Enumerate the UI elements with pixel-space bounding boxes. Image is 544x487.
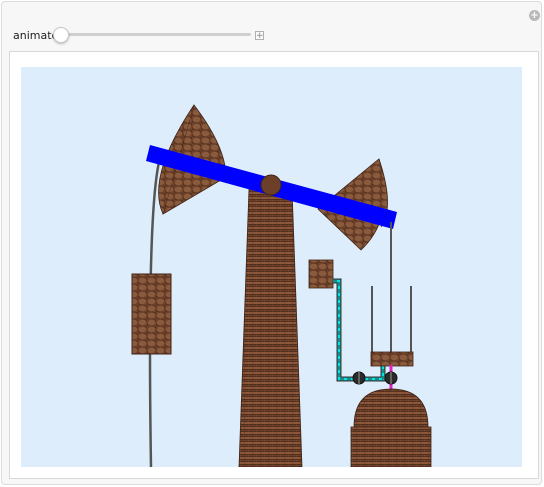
wellhead-base	[350, 426, 432, 467]
slider-expand-icon[interactable]: +	[255, 31, 264, 41]
panel-options-icon[interactable]: +	[529, 10, 540, 21]
animate-label: animate	[13, 29, 59, 42]
animate-slider-track[interactable]	[58, 33, 251, 36]
beam-pivot	[260, 174, 282, 196]
samson-post	[238, 188, 303, 467]
pumpjack-graphic	[131, 104, 432, 467]
wellhead-dome	[353, 388, 429, 428]
cylinder-base	[370, 351, 414, 367]
pumpjack-scene	[21, 67, 522, 467]
valve-box	[308, 259, 334, 289]
left-counterweight	[131, 273, 172, 355]
animate-slider-thumb[interactable]	[53, 27, 69, 43]
